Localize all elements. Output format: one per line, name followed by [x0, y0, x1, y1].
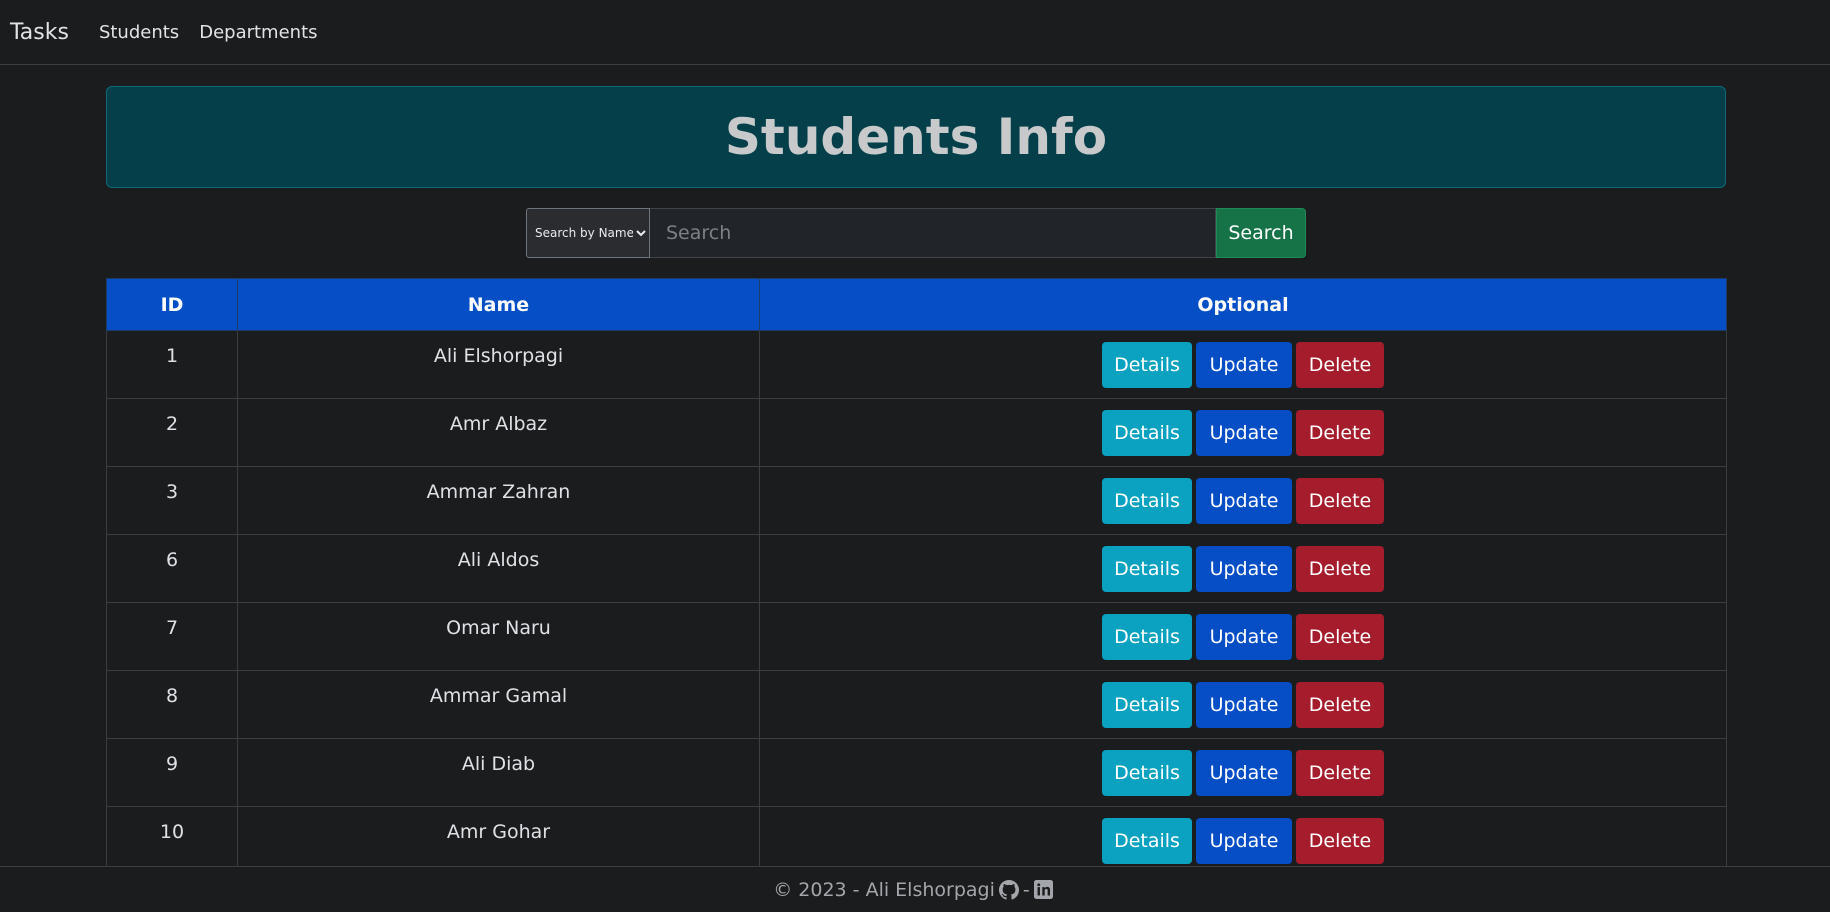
details-button[interactable]: Details: [1102, 341, 1192, 388]
brand-link[interactable]: Tasks: [10, 20, 69, 45]
table-row: 8 Ammar Gamal Details Update Delete: [106, 670, 1727, 739]
cell-id: 1: [106, 330, 238, 399]
table-row: 9 Ali Diab Details Update Delete: [106, 738, 1727, 807]
cell-name: Amr Albaz: [237, 398, 760, 467]
table-row: 10 Amr Gohar Details Update Delete: [106, 806, 1727, 875]
students-table: ID Name Optional 1 Ali Elshorpagi Details U…: [106, 278, 1727, 875]
update-button[interactable]: Update: [1196, 477, 1292, 524]
delete-button[interactable]: Delete: [1296, 817, 1384, 864]
cell-name: Amr Gohar: [237, 806, 760, 875]
column-header-name: Name: [237, 278, 760, 331]
cell-actions: Details Update Delete: [759, 670, 1727, 739]
cell-id: 10: [106, 806, 238, 875]
update-button[interactable]: Update: [1196, 749, 1292, 796]
search-mode-select[interactable]: Search by Name: [526, 208, 650, 258]
nav-link-students[interactable]: Students: [99, 22, 179, 43]
cell-name: Ali Elshorpagi: [237, 330, 760, 399]
update-button[interactable]: Update: [1196, 409, 1292, 456]
cell-name: Ammar Zahran: [237, 466, 760, 535]
table-header-row: ID Name Optional: [106, 278, 1727, 331]
footer-separator: -: [1022, 878, 1030, 901]
cell-actions: Details Update Delete: [759, 738, 1727, 807]
details-button[interactable]: Details: [1102, 681, 1192, 728]
linkedin-icon[interactable]: [1033, 880, 1053, 899]
cell-actions: Details Update Delete: [759, 602, 1727, 671]
details-button[interactable]: Details: [1102, 477, 1192, 524]
delete-button[interactable]: Delete: [1296, 477, 1384, 524]
table-body: 1 Ali Elshorpagi Details Update Delete 2 Amr A…: [106, 330, 1727, 875]
footer: © 2023 - Ali Elshorpagi -: [0, 866, 1830, 912]
cell-id: 6: [106, 534, 238, 603]
cell-actions: Details Update Delete: [759, 398, 1727, 467]
cell-actions: Details Update Delete: [759, 330, 1727, 399]
table-row: 7 Omar Naru Details Update Delete: [106, 602, 1727, 671]
page-title: Students Info: [724, 108, 1108, 166]
page-banner: Students Info: [106, 86, 1726, 188]
details-button[interactable]: Details: [1102, 545, 1192, 592]
cell-actions: Details Update Delete: [759, 534, 1727, 603]
table-row: 3 Ammar Zahran Details Update Delete: [106, 466, 1727, 535]
table-row: 1 Ali Elshorpagi Details Update Delete: [106, 330, 1727, 399]
update-button[interactable]: Update: [1196, 341, 1292, 388]
cell-name: Ammar Gamal: [237, 670, 760, 739]
github-icon[interactable]: [998, 879, 1019, 900]
navbar: Tasks Students Departments: [0, 0, 1830, 65]
copyright-text: © 2023 - Ali Elshorpagi: [773, 878, 995, 901]
search-button[interactable]: Search: [1216, 208, 1306, 258]
cell-id: 3: [106, 466, 238, 535]
cell-id: 8: [106, 670, 238, 739]
details-button[interactable]: Details: [1102, 817, 1192, 864]
delete-button[interactable]: Delete: [1296, 409, 1384, 456]
details-button[interactable]: Details: [1102, 613, 1192, 660]
table-row: 6 Ali Aldos Details Update Delete: [106, 534, 1727, 603]
cell-name: Ali Diab: [237, 738, 760, 807]
cell-name: Ali Aldos: [237, 534, 760, 603]
delete-button[interactable]: Delete: [1296, 545, 1384, 592]
details-button[interactable]: Details: [1102, 749, 1192, 796]
nav-link-departments[interactable]: Departments: [199, 22, 317, 43]
column-header-optional: Optional: [759, 278, 1727, 331]
details-button[interactable]: Details: [1102, 409, 1192, 456]
cell-id: 9: [106, 738, 238, 807]
update-button[interactable]: Update: [1196, 545, 1292, 592]
cell-id: 7: [106, 602, 238, 671]
delete-button[interactable]: Delete: [1296, 341, 1384, 388]
delete-button[interactable]: Delete: [1296, 749, 1384, 796]
update-button[interactable]: Update: [1196, 613, 1292, 660]
delete-button[interactable]: Delete: [1296, 613, 1384, 660]
search-bar: Search by Name Search: [526, 208, 1306, 258]
cell-actions: Details Update Delete: [759, 466, 1727, 535]
cell-name: Omar Naru: [237, 602, 760, 671]
delete-button[interactable]: Delete: [1296, 681, 1384, 728]
table-row: 2 Amr Albaz Details Update Delete: [106, 398, 1727, 467]
cell-actions: Details Update Delete: [759, 806, 1727, 875]
update-button[interactable]: Update: [1196, 817, 1292, 864]
cell-id: 2: [106, 398, 238, 467]
column-header-id: ID: [106, 278, 238, 331]
search-input[interactable]: [650, 208, 1216, 258]
update-button[interactable]: Update: [1196, 681, 1292, 728]
